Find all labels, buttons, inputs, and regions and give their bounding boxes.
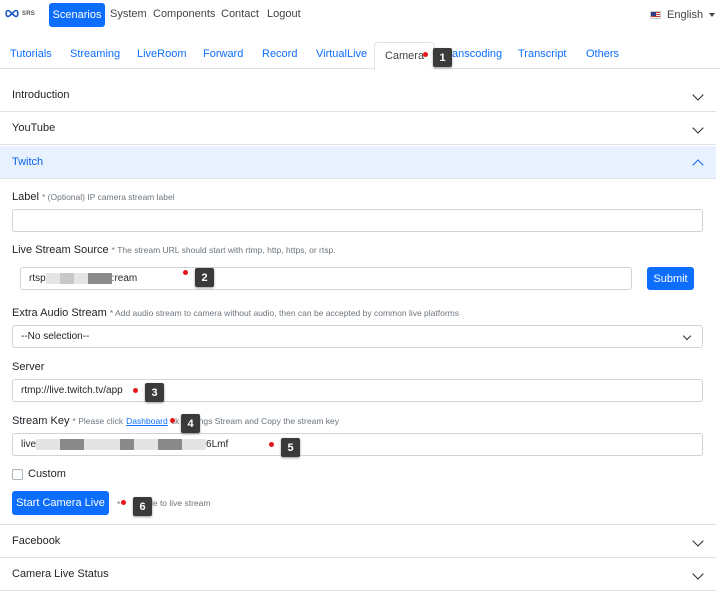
infinity-logo-icon <box>5 9 19 18</box>
key-title: Stream Key <box>12 415 70 427</box>
stream-source-input[interactable]: rtsp :ream <box>20 267 632 290</box>
caret-down-icon <box>709 13 716 17</box>
audio-field-title: Extra Audio Stream * Add audio stream to… <box>12 307 459 319</box>
start-hint-star: * <box>117 499 121 509</box>
redacted-text <box>73 273 88 284</box>
redacted-text <box>182 439 207 450</box>
extra-audio-select[interactable]: --No selection-- <box>12 325 703 348</box>
chevron-down-icon <box>692 568 704 580</box>
accordion-introduction[interactable]: Introduction <box>0 79 716 112</box>
accordion-twitch[interactable]: Twitch <box>0 146 716 179</box>
redacted-text <box>59 273 74 284</box>
redacted-text <box>158 439 183 450</box>
redacted-text <box>45 273 60 284</box>
tab-transcript[interactable]: Transcript <box>518 48 567 60</box>
server-input[interactable]: rtmp://live.twitch.tv/app <box>12 379 703 402</box>
chevron-down-icon <box>682 331 692 341</box>
annotation-marker-4: 4 <box>181 414 200 433</box>
source-hint: * The stream URL should start with rtmp,… <box>111 245 336 255</box>
server-value: rtmp://live.twitch.tv/app <box>21 385 123 396</box>
annotation-marker-1: 1 <box>433 48 452 67</box>
tab-tutorials[interactable]: Tutorials <box>10 48 52 60</box>
tab-forward[interactable]: Forward <box>203 48 243 60</box>
chevron-down-icon <box>692 535 704 547</box>
accordion-youtube[interactable]: YouTube <box>0 112 716 145</box>
accordion-camera-status-label: Camera Live Status <box>12 568 109 580</box>
redacted-text <box>87 273 112 284</box>
redacted-text <box>60 439 85 450</box>
annotation-marker-5: 5 <box>281 438 300 457</box>
redacted-text <box>120 439 135 450</box>
label-title: Label <box>12 191 39 203</box>
label-input[interactable] <box>12 209 703 232</box>
accordion-twitch-label: Twitch <box>12 156 44 168</box>
accordion-youtube-label: YouTube <box>12 122 56 134</box>
marker-dot <box>133 388 138 393</box>
start-camera-live-button[interactable]: Start Camera Live <box>12 491 109 515</box>
redacted-text <box>36 439 61 450</box>
source-title: Live Stream Source <box>12 244 109 256</box>
annotation-marker-6: 6 <box>133 497 152 516</box>
label-field-title: Label * (Optional) IP camera stream labe… <box>12 191 175 203</box>
accordion-introduction-label: Introduction <box>12 89 70 101</box>
key-field-title: Stream Key * Please click Dashboard ck S… <box>12 415 339 427</box>
key-hint-pre: * Please click <box>72 416 124 426</box>
nav-components[interactable]: Components <box>153 8 215 20</box>
nav-contact[interactable]: Contact <box>221 8 259 20</box>
dashboard-link[interactable]: Dashboard <box>126 416 168 426</box>
tab-liveroom[interactable]: LiveRoom <box>137 48 187 60</box>
label-hint: * (Optional) IP camera stream label <box>41 192 175 202</box>
audio-title: Extra Audio Stream <box>12 307 107 319</box>
source-field-title: Live Stream Source * The stream URL shou… <box>12 244 336 256</box>
tab-streaming[interactable]: Streaming <box>70 48 120 60</box>
custom-checkbox[interactable] <box>12 469 23 480</box>
submit-button[interactable]: Submit <box>647 267 694 290</box>
chevron-down-icon <box>692 122 704 134</box>
redacted-text <box>134 439 159 450</box>
stream-key-input[interactable]: live 6Lmf <box>12 433 703 456</box>
marker-dot <box>121 500 126 505</box>
accordion-facebook-label: Facebook <box>12 535 61 547</box>
server-field-title: Server <box>12 361 44 373</box>
annotation-marker-2: 2 <box>195 268 214 287</box>
tab-record[interactable]: Record <box>262 48 297 60</box>
tab-virtuallive[interactable]: VirtualLive <box>316 48 367 60</box>
audio-hint: * Add audio stream to camera without aud… <box>109 308 460 318</box>
chevron-up-icon <box>692 159 704 171</box>
nav-system[interactable]: System <box>110 8 147 20</box>
server-title: Server <box>12 361 45 373</box>
custom-label: Custom <box>28 468 66 480</box>
chevron-down-icon <box>692 89 704 101</box>
audio-selected-value: --No selection-- <box>21 331 90 342</box>
logo-text: SRS <box>22 10 35 17</box>
key-value-start: live <box>21 439 37 450</box>
accordion-facebook[interactable]: Facebook <box>0 525 716 558</box>
srs-logo[interactable]: SRS <box>4 9 35 18</box>
marker-dot <box>269 442 274 447</box>
language-label: English <box>667 9 704 21</box>
source-value-start: rtsp <box>29 273 46 284</box>
key-value-end: 6Lmf <box>206 439 229 450</box>
annotation-marker-3: 3 <box>145 383 164 402</box>
source-value-end: :ream <box>111 273 138 284</box>
marker-dot <box>423 52 428 57</box>
start-hint: t file to live stream <box>142 498 211 508</box>
nav-logout[interactable]: Logout <box>267 8 301 20</box>
top-navbar: SRS Scenarios System Components Contact … <box>0 0 720 32</box>
redacted-text <box>84 439 121 450</box>
tab-transcoding[interactable]: anscoding <box>452 48 502 60</box>
accordion-camera-status[interactable]: Camera Live Status <box>0 558 716 591</box>
tab-others[interactable]: Others <box>586 48 619 60</box>
language-selector[interactable]: English <box>650 9 716 21</box>
nav-scenarios[interactable]: Scenarios <box>49 3 105 27</box>
scenario-tabs: Tutorials Streaming LiveRoom Forward Rec… <box>0 42 720 70</box>
marker-dot <box>183 270 188 275</box>
us-flag-icon <box>650 11 661 19</box>
marker-dot <box>170 418 175 423</box>
